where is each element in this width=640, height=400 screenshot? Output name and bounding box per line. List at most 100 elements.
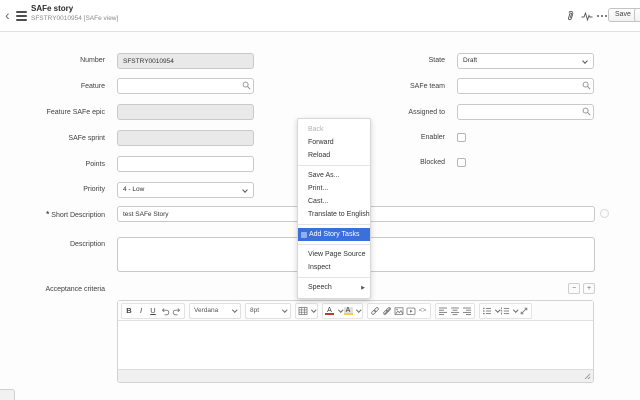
fullscreen-button[interactable] [518,304,530,318]
link-button[interactable] [369,304,381,318]
state-label: State [345,52,445,69]
menu-item-speech[interactable]: Speech ▶ [298,281,370,294]
priority-value: 4 - Low [123,186,144,193]
reference-lookup-button[interactable] [242,81,251,90]
feature-safe-epic-field[interactable] [117,104,254,120]
points-field[interactable] [117,156,254,172]
menu-separator [298,224,370,225]
assigned-to-field[interactable] [457,104,594,120]
table-button[interactable] [297,304,309,318]
more-options-icon [597,15,607,17]
numbered-list-button[interactable] [499,304,511,318]
insert-media-button[interactable] [405,304,417,318]
font-family-select[interactable]: Verdana [189,303,241,319]
unlink-button[interactable] [381,304,393,318]
search-icon [582,81,591,90]
bullet-list-icon [482,306,492,316]
enabler-checkbox[interactable] [457,133,466,142]
editor-content-area[interactable] [118,321,593,369]
search-icon [242,81,251,90]
state-value: Draft [463,57,477,64]
code-icon: <> [419,307,427,314]
suggestion-icon[interactable] [600,209,609,218]
safe-team-field[interactable] [457,78,594,94]
chevron-down-icon [242,187,248,193]
text-color-icon: A [325,307,334,314]
title-block: SAFe story SFSTRY0010954 [SAFe view] [31,4,118,23]
short-description-label: *Short Description [5,206,105,224]
align-right-button[interactable] [461,304,473,318]
safe-sprint-field[interactable] [117,130,254,146]
update-button[interactable]: Update [634,8,640,22]
feature-field[interactable] [117,78,254,94]
back-button[interactable]: ‹ [5,5,10,25]
points-label: Points [5,156,105,173]
menu-item-inspect[interactable]: Inspect [298,261,370,274]
editor-grow-button[interactable]: + [583,283,595,294]
menu-item-forward[interactable]: Forward [298,136,370,149]
hamburger-icon [16,11,27,13]
source-code-button[interactable]: <> [417,304,429,318]
reference-lookup-button[interactable] [582,107,591,116]
number-field[interactable] [117,53,254,69]
menu-item-save-as[interactable]: Save As... [298,169,370,182]
form-header: ‹ SAFe story SFSTRY0010954 [SAFe view] S… [0,0,640,32]
fullscreen-icon [519,306,529,316]
insert-image-button[interactable] [393,304,405,318]
editor-status-bar [118,369,593,382]
priority-label: Priority [5,181,105,198]
blocked-checkbox[interactable] [457,158,466,167]
menu-item-view-page-source[interactable]: View Page Source [298,248,370,261]
bullet-list-button[interactable] [481,304,493,318]
chevron-down-icon [582,58,588,64]
more-options-button[interactable] [595,9,609,23]
chevron-down-icon [311,307,316,312]
attachment-button[interactable] [563,9,577,23]
font-size-value: 8pt [250,307,259,314]
menu-item-back[interactable]: Back [298,123,370,136]
back-chevron-icon: ‹ [5,7,10,23]
undo-icon [160,306,170,316]
editor-shrink-button[interactable]: − [568,283,580,294]
bold-button[interactable]: B [123,304,135,318]
align-center-button[interactable] [449,304,461,318]
safe-team-field-wrap [457,78,594,94]
search-icon [582,107,591,116]
align-right-icon [462,306,472,316]
menu-item-print[interactable]: Print... [298,182,370,195]
menu-item-translate[interactable]: Translate to English [298,208,370,221]
undo-button[interactable] [159,304,171,318]
assigned-to-field-wrap [457,104,594,120]
form-context-menu-button[interactable] [16,11,27,23]
align-left-icon [438,306,448,316]
menu-item-cast[interactable]: Cast... [298,195,370,208]
underline-button[interactable]: U [147,304,159,318]
menu-item-add-story-tasks[interactable]: Add Story Tasks [298,228,370,241]
image-icon [394,306,404,316]
state-select[interactable]: Draft [457,53,594,69]
chevron-down-icon [356,307,361,312]
unlink-icon [382,306,392,316]
resize-handle[interactable] [583,372,591,380]
reference-lookup-button[interactable] [582,81,591,90]
activity-stream-button[interactable] [580,9,594,23]
italic-button[interactable]: I [135,304,147,318]
redo-button[interactable] [171,304,183,318]
align-left-button[interactable] [437,304,449,318]
text-color-button[interactable]: A [324,304,336,318]
submenu-arrow-icon: ▶ [361,285,365,291]
background-color-icon: A [344,307,353,314]
font-size-select[interactable]: 8pt [245,303,291,319]
menu-separator [298,277,370,278]
menu-separator [298,165,370,166]
acceptance-criteria-editor: B I U Verdana [117,300,594,383]
background-color-button[interactable]: A [342,304,354,318]
record-subtitle: SFSTRY0010954 [SAFe view] [31,14,118,23]
list-group [479,303,532,319]
feature-field-wrap [117,78,254,94]
redo-icon [172,306,182,316]
priority-select[interactable]: 4 - Low [117,182,254,198]
media-icon [406,306,416,316]
table-group [295,303,318,319]
menu-item-reload[interactable]: Reload [298,149,370,162]
